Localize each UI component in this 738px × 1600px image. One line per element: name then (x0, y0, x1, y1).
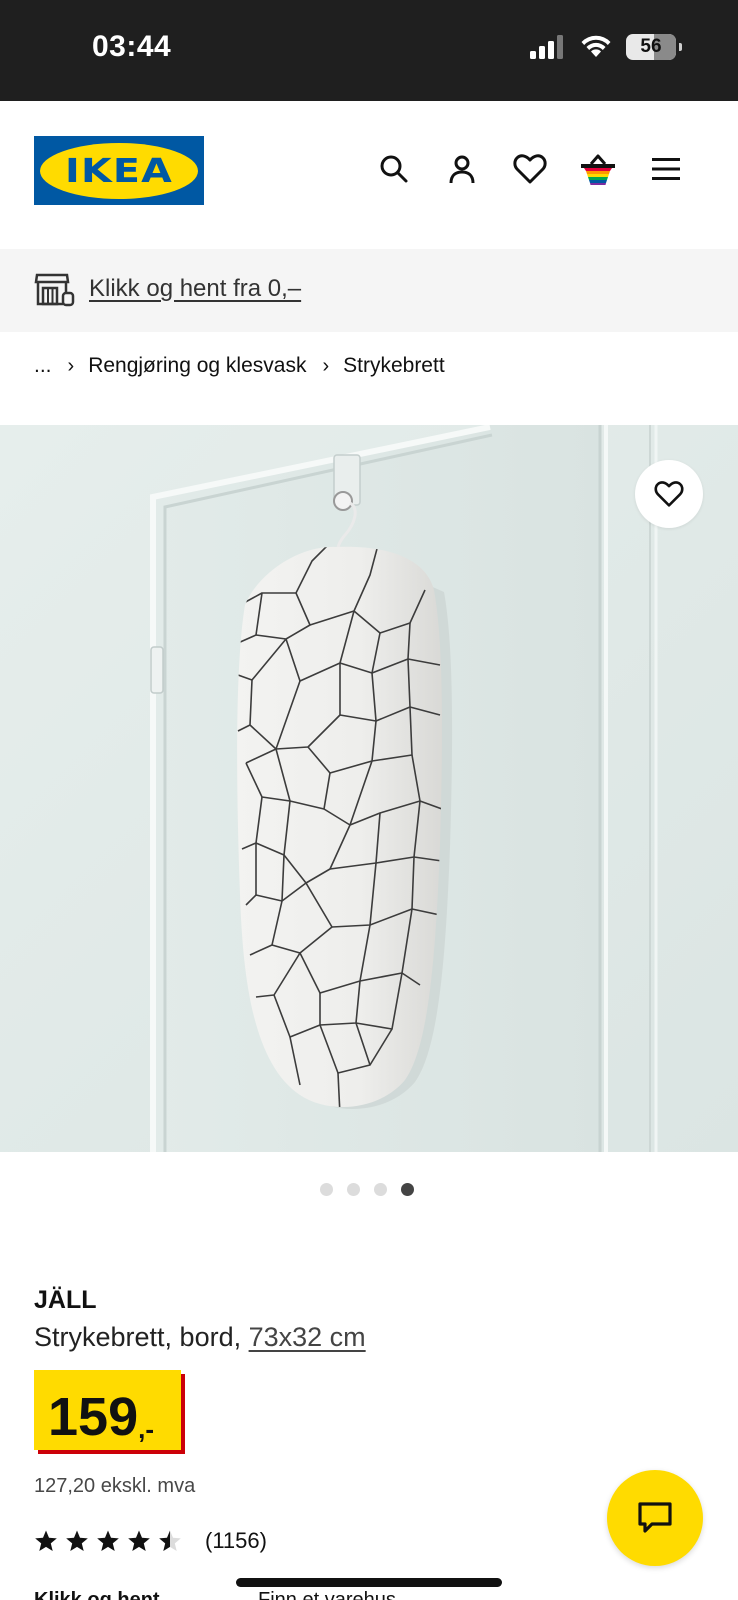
chevron-right-icon: › (67, 354, 75, 377)
price-tag: 159 ,- (34, 1370, 181, 1450)
product-type: Strykebrett, bord, (34, 1322, 249, 1352)
battery-indicator: 56 (626, 34, 682, 60)
ikea-logo[interactable]: IKEA (34, 136, 204, 205)
star-full-icon (128, 1530, 150, 1551)
menu-button[interactable] (646, 149, 686, 189)
wifi-icon (581, 35, 611, 57)
star-full-icon (97, 1530, 119, 1551)
product-rating[interactable]: (1156) (34, 1528, 267, 1554)
click-collect-icon (34, 273, 75, 307)
availability-label-cut: Klikk og hent (34, 1590, 160, 1600)
heart-icon (654, 481, 684, 507)
status-time: 03:44 (92, 30, 172, 63)
logo-oval: IKEA (40, 142, 198, 199)
ironing-board-photo (0, 425, 738, 1152)
promo-link[interactable]: Klikk og hent fra 0,– (89, 275, 301, 303)
account-button[interactable] (442, 149, 482, 189)
search-icon (380, 155, 408, 183)
signal-icon (530, 35, 563, 59)
chevron-right-icon: › (322, 354, 330, 377)
carousel-dot[interactable] (374, 1183, 387, 1196)
rating-count: (1156) (205, 1528, 267, 1553)
store-label-cut: Finn et varehus (258, 1590, 396, 1600)
battery-level: 56 (640, 36, 662, 57)
star-half-icon (159, 1530, 181, 1551)
star-full-icon (66, 1530, 88, 1551)
breadcrumb-ellipsis[interactable]: ... (34, 354, 52, 378)
price-excl-vat: 127,20 ekskl. mva (34, 1475, 196, 1497)
chat-icon (638, 1502, 672, 1533)
price-decimal: ,- (138, 1414, 154, 1444)
chat-button[interactable] (607, 1470, 703, 1566)
account-icon (449, 155, 475, 184)
carousel-dot[interactable] (347, 1183, 360, 1196)
product-size-link[interactable]: 73x32 cm (249, 1322, 366, 1352)
header-actions (374, 149, 686, 189)
search-button[interactable] (374, 149, 414, 189)
carousel-dot[interactable] (320, 1183, 333, 1196)
status-bar: 03:44 56 (0, 0, 738, 101)
site-header: IKEA (0, 101, 738, 249)
heart-icon (513, 154, 547, 184)
carousel-dot-active[interactable] (401, 1183, 414, 1196)
star-full-icon (35, 1530, 57, 1551)
home-indicator[interactable] (236, 1578, 502, 1587)
favourites-button[interactable] (510, 149, 550, 189)
product-image[interactable] (0, 425, 738, 1152)
status-icons: 56 (530, 34, 682, 60)
basket-icon (581, 154, 615, 185)
logo-text: IKEA (65, 151, 173, 190)
carousel-indicator (320, 1183, 414, 1196)
breadcrumb-item-rengjoring[interactable]: Rengjøring og klesvask (88, 354, 306, 378)
menu-icon (652, 158, 680, 180)
add-to-favourites-button[interactable] (635, 460, 703, 528)
price-integer: 159 (48, 1387, 139, 1447)
product-description: Strykebrett, bord, 73x32 cm (34, 1322, 366, 1353)
breadcrumb: ... › Rengjøring og klesvask › Strykebre… (34, 354, 445, 378)
basket-button[interactable] (578, 149, 618, 189)
product-name: JÄLL (34, 1286, 97, 1314)
promo-bar: Klikk og hent fra 0,– (0, 249, 738, 332)
breadcrumb-item-strykebrett[interactable]: Strykebrett (343, 354, 445, 378)
